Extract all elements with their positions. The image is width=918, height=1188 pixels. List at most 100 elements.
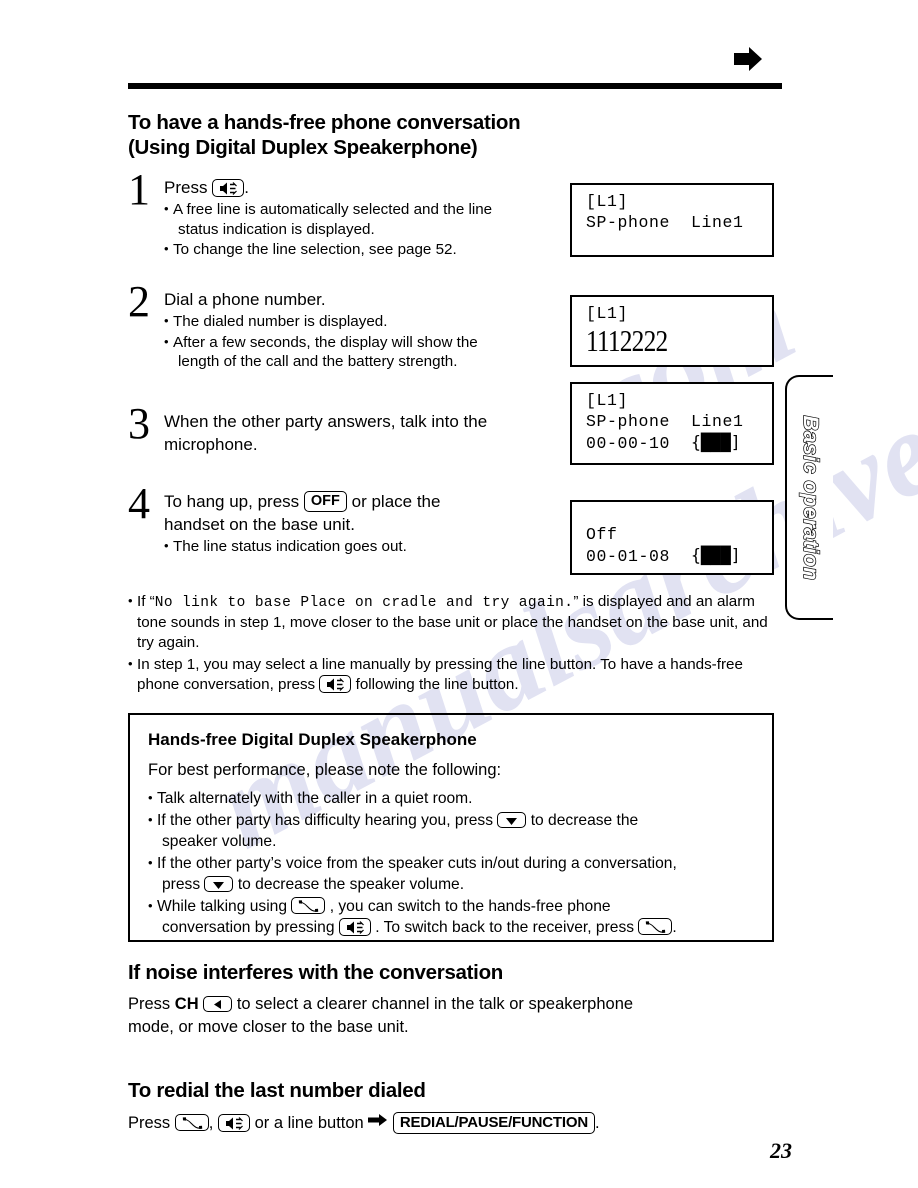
list-item: To change the line selection, see page 5… — [164, 239, 568, 260]
callout-item-cont-pre: press — [162, 876, 201, 893]
noise-para-line2: mode, or move closer to the base unit. — [128, 1018, 409, 1036]
lcd-display-step1: [L1] SP-phone Line1 — [570, 183, 774, 257]
callout-item-pre: If the other party has difficulty hearin… — [157, 812, 494, 829]
side-tab-label: Basic operation — [798, 414, 822, 581]
note-line2-post: following the line button. — [355, 676, 519, 693]
step-number: 2 — [128, 277, 150, 326]
redial-section-heading: To redial the last number dialed — [128, 1079, 426, 1102]
lcd-line-status: 00-01-08 {███] — [586, 545, 772, 567]
noise-para-pre: Press — [128, 995, 171, 1013]
note-line1: In step 1, you may select a line manuall… — [137, 656, 667, 673]
notes-list: If “No link to base Place on cradle and … — [128, 591, 780, 697]
step-4-bullets: The line status indication goes out. — [164, 536, 568, 557]
speakerphone-icon[interactable] — [338, 917, 371, 936]
noise-section-paragraph: Press CH to select a clearer channel in … — [128, 993, 778, 1039]
list-item: Talk alternately with the caller in a qu… — [148, 787, 756, 809]
right-arrow-icon — [368, 1111, 388, 1134]
callout-item-cont-mid: . To switch back to the receiver, press — [375, 919, 635, 936]
bullet-text: To change the line selection, see page 5… — [173, 241, 457, 258]
step-1-lead-period: . — [244, 178, 249, 197]
side-tab-basic-operation: Basic operation — [785, 375, 833, 620]
step-3-lead-line1: When the other party answers, talk into … — [164, 412, 488, 431]
step-4-lead-line1: To hang up, press OFF or place the — [164, 490, 568, 513]
redial-para-pre: Press — [128, 1114, 171, 1132]
callout-item-cont: speaker volume. — [162, 833, 277, 850]
speakerphone-icon[interactable] — [319, 674, 352, 693]
step-4-lead-line2: handset on the base unit. — [164, 515, 355, 535]
lcd-message-quote: No link to base Place on cradle and try … — [154, 595, 574, 611]
callout-item-cont-post: to decrease the speaker volume. — [237, 876, 465, 893]
lcd-line-status: 00-00-10 {███] — [586, 432, 772, 454]
step-number: 1 — [128, 165, 150, 214]
step-4-lead-after: or place the — [351, 492, 441, 511]
redial-end: . — [594, 1114, 600, 1132]
step-4: 4 To hang up, press OFF or place the han… — [128, 482, 568, 557]
speakerphone-icon[interactable] — [217, 1113, 250, 1132]
callout-item-text: Talk alternately with the caller in a qu… — [157, 790, 473, 807]
callout-item-post: , you can switch to the hands-free phone — [329, 898, 611, 915]
lcd-display-step2: [L1] 1112222 — [570, 295, 774, 367]
bullet-text: The dialed number is displayed. — [173, 313, 388, 330]
step-1: 1 Press . A free line is automatically s… — [128, 168, 568, 260]
bullet-text-cont: status indication is displayed. — [178, 220, 375, 238]
handset-talk-icon[interactable] — [291, 897, 326, 915]
lcd-call-timer: 00-00-10 — [586, 434, 671, 453]
off-button[interactable]: OFF — [303, 490, 347, 513]
bullet-text: After a few seconds, the display will sh… — [173, 333, 478, 351]
step-2: 2 Dial a phone number. The dialed number… — [128, 280, 568, 372]
noise-para-post: to select a clearer channel in the talk … — [236, 995, 634, 1013]
step-4-lead-text: To hang up, press — [164, 492, 300, 511]
page-title-line1: To have a hands-free phone conversation — [128, 111, 521, 134]
list-item: The dialed number is displayed. — [164, 311, 568, 332]
page-title-line2: (Using Digital Duplex Speakerphone) — [128, 136, 478, 159]
battery-indicator: {███] — [691, 546, 741, 565]
callout-title: Hands-free Digital Duplex Speakerphone — [148, 730, 477, 749]
speakerphone-icon[interactable] — [212, 178, 245, 197]
callout-item-cont-post: . — [672, 919, 677, 936]
lcd-call-timer: 00-01-08 — [586, 547, 671, 566]
note-item: If “No link to base Place on cradle and … — [128, 591, 780, 653]
redial-sep: , — [208, 1114, 214, 1132]
down-arrow-icon[interactable] — [204, 875, 234, 892]
battery-indicator: {███] — [691, 433, 741, 452]
list-item: If the other party’s voice from the spea… — [148, 852, 756, 895]
redial-mid: or a line button — [254, 1114, 364, 1132]
ch-label: CH — [174, 995, 199, 1013]
handset-talk-icon[interactable] — [174, 1114, 209, 1132]
step-1-lead: Press . — [164, 176, 568, 199]
noise-section-heading: If noise interferes with the conversatio… — [128, 961, 504, 984]
callout-item-cont: press to decrease the speaker volume. — [157, 874, 756, 895]
redial-section-paragraph: Press , or a line button REDIAL/PAUSE/FU… — [128, 1111, 808, 1135]
left-arrow-icon[interactable] — [203, 995, 233, 1012]
callout-box: Hands-free Digital Duplex Speakerphone F… — [128, 713, 774, 942]
down-arrow-icon[interactable] — [497, 811, 527, 828]
right-arrow-icon — [733, 46, 763, 72]
step-1-lead-text: Press — [164, 178, 208, 197]
callout-subtitle: For best performance, please note the fo… — [148, 761, 502, 779]
redial-pause-function-button[interactable]: REDIAL/PAUSE/FUNCTION — [392, 1111, 595, 1134]
step-number: 3 — [128, 399, 150, 448]
callout-item-cont-pre: conversation by pressing — [162, 919, 335, 936]
note-post: ” is displayed — [573, 593, 663, 610]
header-divider — [128, 83, 782, 89]
callout-item-pre: While talking using — [157, 898, 288, 915]
step-3-lead-line2: microphone. — [164, 435, 258, 454]
callout-item-pre: If the other party’s voice from the spea… — [157, 855, 677, 872]
step-1-bullets: A free line is automatically selected an… — [164, 199, 568, 260]
callout-item-cont: conversation by pressing . To switch bac… — [157, 917, 756, 938]
lcd-line: [L1] — [586, 192, 629, 211]
step-2-lead: Dial a phone number. — [164, 290, 326, 309]
page-number: 23 — [770, 1138, 792, 1163]
bullet-text: The line status indication goes out. — [173, 538, 407, 556]
note-item: In step 1, you may select a line manuall… — [128, 654, 780, 695]
lcd-dialed-number: 1112222 — [586, 323, 668, 358]
note-pre: If “ — [137, 593, 155, 610]
page-title: To have a hands-free phone conversation … — [128, 110, 521, 160]
list-item: While talking using , you can switch to … — [148, 895, 756, 938]
list-item: After a few seconds, the display will sh… — [164, 332, 568, 372]
handset-talk-icon[interactable] — [638, 918, 673, 936]
manual-page: manualsarchive .com To have a hands-free… — [0, 0, 918, 1188]
list-item: The line status indication goes out. — [164, 536, 568, 557]
step-2-bullets: The dialed number is displayed. After a … — [164, 311, 568, 372]
bullet-text: A free line is automatically selected an… — [173, 201, 493, 218]
